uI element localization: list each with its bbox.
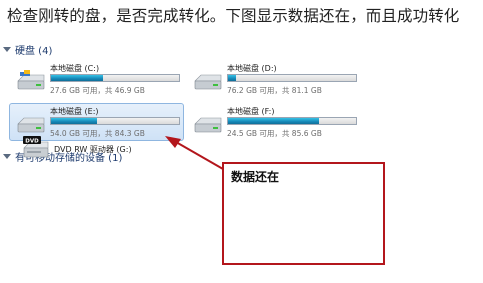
arrow-head-icon [165, 136, 181, 148]
annotation-text: 数据还在 [231, 170, 280, 184]
annotation-callout: 数据还在 [222, 162, 385, 265]
